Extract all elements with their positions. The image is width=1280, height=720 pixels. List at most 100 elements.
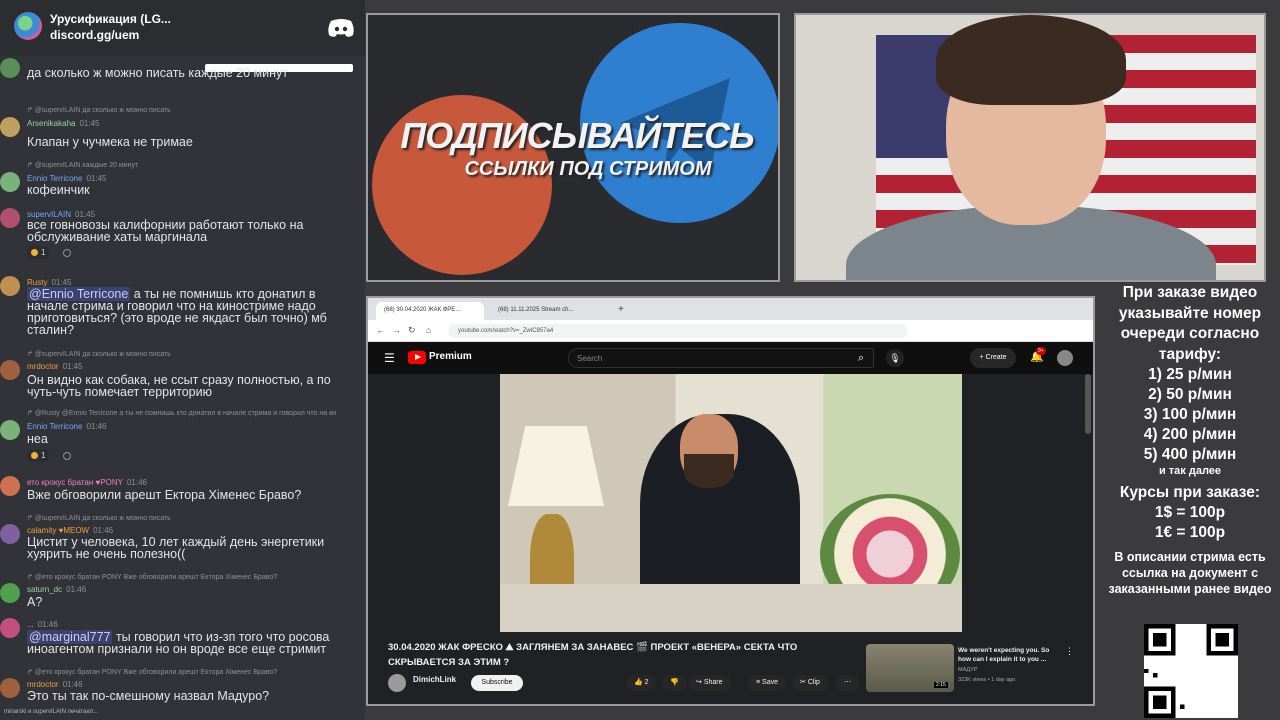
menu-icon[interactable]: ☰ [384, 351, 395, 365]
account-avatar[interactable] [1057, 350, 1073, 366]
user-avatar[interactable] [0, 618, 20, 638]
url-field[interactable]: youtube.com/watch?v=_ZwlC857a4 [448, 324, 908, 338]
user-avatar[interactable] [0, 476, 20, 496]
forward-icon[interactable]: → [392, 325, 401, 335]
message-text: кофеинчик [27, 183, 90, 197]
more-options-icon[interactable]: ⋮ [1065, 646, 1074, 657]
tariff-3: 3) 100 р/мин [1143, 406, 1237, 423]
promo-title: ПОДПИСЫВАЙТЕСЬ [400, 115, 754, 156]
recommended-channel[interactable]: МАДУР [958, 667, 977, 673]
message-time: 01:46 [66, 585, 87, 594]
reaction-button[interactable]: 1 [27, 246, 50, 259]
webcam-panel [794, 13, 1266, 282]
browser-tab-inactive[interactable]: (68) 11.11.2025 Stream ch... [490, 302, 598, 320]
reaction-emoji-icon [31, 249, 38, 256]
message-author[interactable]: Ennio Terricone 01:46 [27, 422, 106, 431]
add-reaction-icon[interactable] [63, 452, 71, 460]
user-avatar[interactable] [0, 583, 20, 603]
user-avatar[interactable] [0, 524, 20, 544]
channel-name[interactable]: DimichLink [413, 675, 456, 684]
subscribe-button[interactable]: Subscribe [471, 675, 523, 691]
message-text: Клапан у чучмека не тримае [27, 135, 193, 149]
message-text: А? [27, 595, 43, 609]
tab-bar: (68) 30.04.2020 ЖАК ФРЕ... (68) 11.11.20… [368, 298, 1093, 320]
message-text: неа [27, 432, 48, 446]
course-eur: 1€ = 100р [1154, 524, 1226, 541]
add-reaction-icon[interactable] [63, 249, 71, 257]
user-avatar[interactable] [0, 208, 20, 228]
message-author[interactable]: calamity ♥MEOW 01:46 [27, 526, 113, 535]
youtube-logo-icon[interactable] [408, 351, 426, 364]
message-author[interactable]: mrdoctor 01:45 [27, 362, 83, 371]
recommended-title[interactable]: We weren't expecting you. So how can I e… [958, 646, 1054, 664]
youtube-brand[interactable]: Premium [429, 351, 472, 362]
reply-reference[interactable]: ↱ @supervILAIN каждые 20 минут [27, 161, 138, 169]
share-button[interactable]: ↪ Share [688, 675, 731, 691]
user-avatar[interactable] [0, 58, 20, 78]
video-player[interactable] [500, 374, 962, 632]
reply-reference[interactable]: ↱ @ето крокус братан PONY Вже обговорили… [27, 668, 277, 676]
reply-reference[interactable]: ↱ @Rusty @Ennio Terricone а ты не помниш… [27, 409, 336, 417]
scrollbar[interactable] [1085, 374, 1091, 434]
user-avatar[interactable] [0, 117, 20, 137]
message-time: 01:45 [51, 278, 72, 287]
reload-icon[interactable]: ↻ [408, 325, 416, 336]
user-avatar[interactable] [0, 678, 20, 698]
user-avatar[interactable] [0, 360, 20, 380]
message-text: Это ты так по-смешному назвал Мадуро? [27, 689, 270, 703]
clip-button[interactable]: ✂ Clip [792, 675, 828, 691]
dislike-icon: 👎 [670, 679, 679, 686]
browser-tab-active[interactable]: (68) 30.04.2020 ЖАК ФРЕ... [376, 302, 484, 320]
reply-reference[interactable]: ↱ @supervILAIN да сколько ж можно писать [27, 514, 171, 522]
user-avatar[interactable] [0, 420, 20, 440]
message-author[interactable]: ... 01:46 [27, 620, 58, 629]
channel-avatar[interactable] [388, 674, 406, 692]
video-table [500, 584, 962, 632]
user-avatar[interactable] [0, 276, 20, 296]
clip-icon: ✂ [800, 679, 806, 686]
server-invite[interactable]: discord.gg/uem [50, 28, 139, 42]
back-icon[interactable]: ← [376, 325, 385, 335]
new-tab-icon[interactable]: + [618, 304, 624, 315]
like-count: 2 [644, 679, 649, 686]
home-icon[interactable]: ⌂ [426, 325, 431, 335]
reply-reference[interactable]: ↱ @supervILAIN да сколько ж можно писать [27, 106, 171, 114]
search-icon[interactable]: ⌕ [848, 348, 874, 368]
search-input[interactable]: Search [568, 348, 874, 368]
clip-label: Clip [807, 679, 820, 686]
share-icon: ↪ [696, 679, 702, 686]
browser-window: (68) 30.04.2020 ЖАК ФРЕ... (68) 11.11.20… [366, 296, 1095, 706]
message-author[interactable]: Arsenikakaha 01:45 [27, 119, 100, 128]
share-label: Share [703, 679, 723, 686]
video-person-beard [684, 454, 734, 488]
message-time: 01:45 [79, 119, 100, 128]
user-mention[interactable]: @Ennio Terricone [27, 287, 131, 301]
user-avatar[interactable] [0, 172, 20, 192]
message-text: @marginal777 ты говорил что из-зп того ч… [27, 630, 330, 656]
like-button[interactable]: 👍 2 [626, 675, 657, 691]
message-author[interactable]: Ennio Terricone 01:45 [27, 174, 106, 183]
dislike-button[interactable]: 👎 [662, 675, 687, 691]
video-title: 30.04.2020 ЖАК ФРЕСКО ⛰ ЗАГЛЯНЕМ ЗА ЗАНА… [388, 642, 798, 668]
save-button[interactable]: ≡ Save [748, 675, 787, 691]
server-avatar [14, 12, 42, 40]
address-bar: ← → ↻ ⌂ youtube.com/watch?v=_ZwlC857a4 [368, 320, 1093, 342]
mic-icon[interactable]: 🎙 [886, 349, 904, 367]
tariff-4: 4) 200 р/мин [1143, 426, 1237, 443]
message-text: да сколько ж можно писать каждые 20 мину… [27, 66, 289, 80]
message-author[interactable]: saturn_dc 01:46 [27, 585, 86, 594]
create-button[interactable]: + Create [970, 348, 1016, 368]
recommended-duration: 2:15 [934, 682, 948, 688]
reaction-button[interactable]: 1 [27, 449, 50, 462]
message-text: @Ennio Terricone а ты не помнишь кто дон… [27, 287, 327, 337]
more-actions-button[interactable]: ⋯ [836, 675, 859, 691]
message-author[interactable]: ето крокус братан ♥PONY 01:46 [27, 478, 147, 487]
message-author[interactable]: Rusty 01:45 [27, 278, 71, 287]
reply-reference[interactable]: ↱ @supervILAIN да сколько ж можно писать [27, 350, 171, 358]
courses-heading: Курсы при заказе: [1119, 484, 1261, 501]
message-author[interactable]: mrdoctor 01:46 [27, 680, 83, 689]
notification-badge: 9+ [1036, 347, 1046, 355]
tariff-5: 5) 400 р/мин [1143, 446, 1237, 463]
reply-reference[interactable]: ↱ @ето крокус братан PONY Вже обговорили… [27, 573, 277, 581]
user-mention[interactable]: @marginal777 [27, 630, 113, 644]
